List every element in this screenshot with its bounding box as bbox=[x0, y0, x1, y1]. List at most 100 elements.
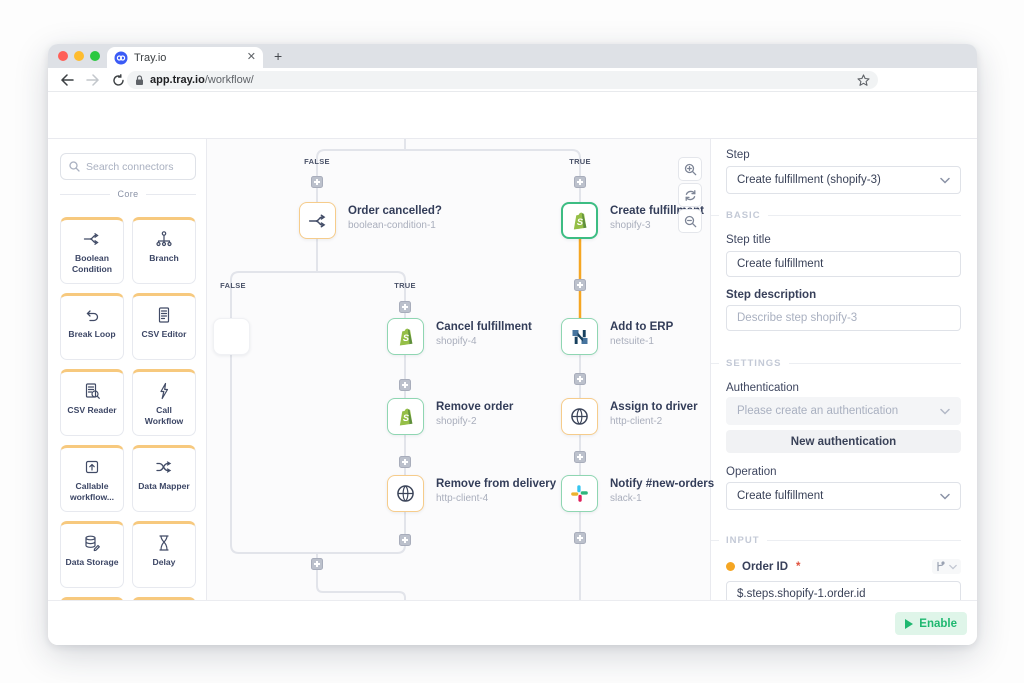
chevron-down-icon bbox=[940, 493, 950, 500]
browser-window: Tray.io ✕ + app.tray.io/workflow/ Order … bbox=[48, 44, 977, 645]
play-icon bbox=[905, 618, 914, 629]
basic-section-divider: BASIC bbox=[711, 210, 961, 221]
add-step-button[interactable] bbox=[399, 456, 411, 468]
add-step-button[interactable] bbox=[311, 558, 323, 570]
data-mapper-icon bbox=[155, 457, 173, 477]
add-step-button[interactable] bbox=[311, 176, 323, 188]
step-select[interactable]: Create fulfillment (shopify-3) bbox=[726, 166, 961, 194]
settings-section-divider: SETTINGS bbox=[711, 358, 961, 369]
field-mode-toggle[interactable] bbox=[932, 559, 961, 574]
connector-tile-data-storage[interactable]: Data Storage bbox=[60, 521, 124, 588]
workflow-node-add-to-erp[interactable]: Add to ERP netsuite-1 bbox=[561, 318, 673, 355]
close-window-icon[interactable] bbox=[58, 51, 68, 61]
svg-text:S: S bbox=[402, 332, 409, 342]
workflow-canvas[interactable]: FALSE TRUE FALSE TRUE Order cancelled? bo… bbox=[207, 139, 714, 600]
svg-text:S: S bbox=[576, 216, 583, 226]
address-bar[interactable]: app.tray.io/workflow/ bbox=[127, 71, 878, 89]
trayio-favicon-icon bbox=[114, 51, 128, 65]
minimize-window-icon[interactable] bbox=[74, 51, 84, 61]
browser-tab[interactable]: Tray.io ✕ bbox=[107, 47, 263, 68]
new-authentication-button[interactable]: New authentication bbox=[726, 430, 961, 453]
new-tab-button[interactable]: + bbox=[274, 48, 282, 64]
workflow-node-assign-to-driver[interactable]: Assign to driver http-client-2 bbox=[561, 398, 698, 435]
step-description-label: Step description bbox=[726, 289, 817, 301]
authentication-select[interactable]: Please create an authentication bbox=[726, 397, 961, 425]
step-title-label: Step title bbox=[726, 234, 771, 246]
core-section-divider: Core bbox=[60, 189, 197, 199]
refresh-icon bbox=[684, 189, 697, 202]
maximize-window-icon[interactable] bbox=[90, 51, 100, 61]
search-connectors-input[interactable] bbox=[86, 160, 187, 173]
callable-workflow-icon bbox=[83, 457, 101, 477]
operation-select[interactable]: Create fulfillment bbox=[726, 482, 961, 510]
required-field-dot-icon bbox=[726, 562, 735, 571]
reload-icon[interactable] bbox=[112, 73, 125, 87]
svg-text:S: S bbox=[402, 412, 409, 422]
add-step-button[interactable] bbox=[574, 532, 586, 544]
reset-zoom-button[interactable] bbox=[678, 183, 702, 207]
traffic-lights bbox=[58, 51, 100, 61]
branch-label-true: TRUE bbox=[394, 281, 416, 290]
zoom-in-icon bbox=[684, 163, 697, 176]
search-icon bbox=[69, 161, 80, 172]
workflow-node-order-cancelled[interactable]: Order cancelled? boolean-condition-1 bbox=[299, 202, 442, 239]
add-step-button[interactable] bbox=[574, 451, 586, 463]
zoom-out-icon bbox=[684, 215, 697, 228]
browser-tab-strip: Tray.io ✕ + bbox=[48, 44, 977, 68]
add-step-button[interactable] bbox=[574, 279, 586, 291]
forward-icon[interactable] bbox=[86, 74, 100, 86]
bookmark-star-icon[interactable] bbox=[857, 73, 870, 87]
add-step-button[interactable] bbox=[399, 301, 411, 313]
operation-label: Operation bbox=[726, 466, 777, 478]
connector-tiles: Boolean Condition Branch Break Loop CSV … bbox=[60, 217, 196, 645]
workflow-node-remove-from-delivery[interactable]: Remove from delivery http-client-4 bbox=[387, 475, 556, 512]
slack-icon bbox=[570, 484, 589, 503]
connector-tile-delay[interactable]: Delay bbox=[132, 521, 196, 588]
connector-tile-call-workflow[interactable]: Call Workflow bbox=[132, 369, 196, 436]
lock-icon bbox=[135, 74, 144, 86]
connector-tile-callable-workflow[interactable]: Callable workflow... bbox=[60, 445, 124, 512]
search-connectors-box[interactable] bbox=[60, 153, 196, 180]
workflow-node-remove-order[interactable]: S Remove order shopify-2 bbox=[387, 398, 513, 435]
connector-tile-break-loop[interactable]: Break Loop bbox=[60, 293, 124, 360]
shopify-icon: S bbox=[569, 210, 591, 232]
step-title-input[interactable] bbox=[726, 251, 961, 277]
break-loop-icon bbox=[83, 305, 101, 325]
zoom-in-button[interactable] bbox=[678, 157, 702, 181]
tab-close-icon[interactable]: ✕ bbox=[247, 52, 256, 63]
add-step-button[interactable] bbox=[399, 534, 411, 546]
add-step-button[interactable] bbox=[574, 373, 586, 385]
url-path: /workflow/ bbox=[204, 74, 254, 86]
workflow-node-cancel-fulfillment[interactable]: S Cancel fulfillment shopify-4 bbox=[387, 318, 532, 355]
jsonpath-branch-icon bbox=[936, 561, 945, 572]
browser-url-row: app.tray.io/workflow/ bbox=[48, 68, 977, 92]
back-icon[interactable] bbox=[60, 74, 74, 86]
branch-icon bbox=[155, 229, 173, 249]
globe-icon bbox=[569, 406, 590, 427]
workflow-node-empty[interactable] bbox=[213, 318, 250, 355]
url-text: app.tray.io/workflow/ bbox=[150, 74, 851, 86]
connector-tile-branch[interactable]: Branch bbox=[132, 217, 196, 284]
csv-reader-icon bbox=[83, 381, 101, 401]
netsuite-icon bbox=[570, 327, 590, 347]
connector-tile-csv-editor[interactable]: CSV Editor bbox=[132, 293, 196, 360]
add-step-button[interactable] bbox=[399, 379, 411, 391]
authentication-label: Authentication bbox=[726, 382, 799, 394]
connectors-sidebar: Core Boolean Condition Branch Break Loop bbox=[48, 139, 207, 645]
main-content: Core Boolean Condition Branch Break Loop bbox=[48, 139, 977, 645]
zoom-out-button[interactable] bbox=[678, 209, 702, 233]
boolean-condition-icon bbox=[83, 229, 101, 249]
branch-label-false: FALSE bbox=[304, 157, 330, 166]
globe-icon bbox=[395, 483, 416, 504]
enable-workflow-button[interactable]: Enable bbox=[895, 612, 967, 635]
required-asterisk: * bbox=[796, 560, 801, 573]
connector-tile-csv-reader[interactable]: CSV Reader bbox=[60, 369, 124, 436]
add-step-button[interactable] bbox=[574, 176, 586, 188]
connector-tile-data-mapper[interactable]: Data Mapper bbox=[132, 445, 196, 512]
workflow-node-notify-new-orders[interactable]: Notify #new-orders slack-1 bbox=[561, 475, 714, 512]
app-toolbar: Order Fulfillment Automation Build Debug… bbox=[48, 92, 977, 176]
chevron-down-icon bbox=[949, 564, 957, 570]
step-description-input[interactable] bbox=[726, 305, 961, 331]
boolean-condition-icon bbox=[308, 211, 328, 231]
connector-tile-boolean-condition[interactable]: Boolean Condition bbox=[60, 217, 124, 284]
